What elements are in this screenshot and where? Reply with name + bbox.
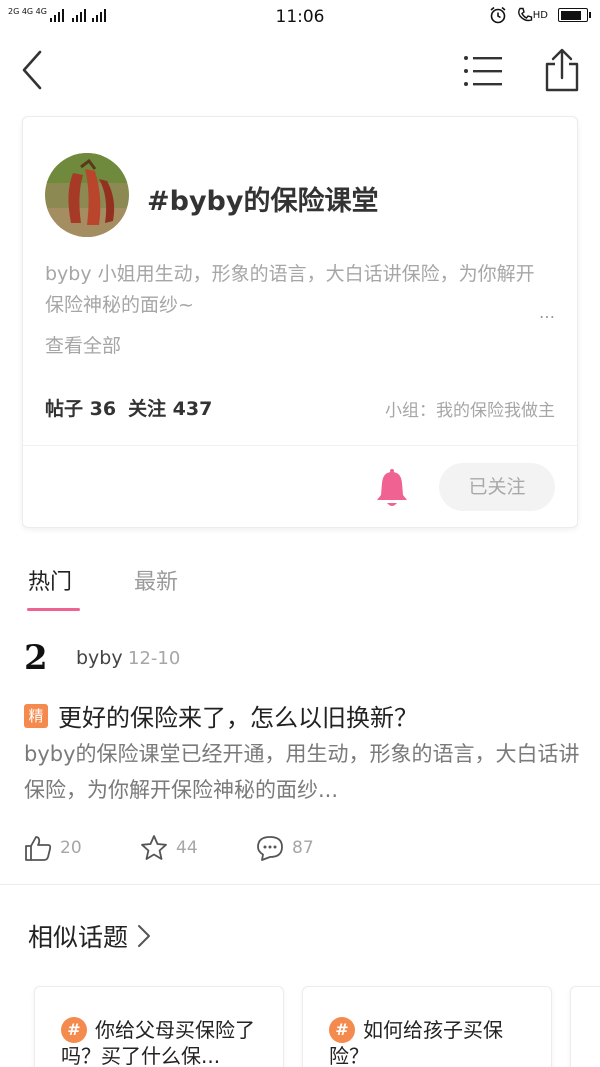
similar-topic-card[interactable]: # 如何给孩子买保险？	[302, 986, 552, 1067]
hd-label: HD	[532, 9, 548, 21]
section-divider	[0, 884, 600, 885]
status-bar: 2G 4G 4G 11:06 HD	[0, 0, 600, 34]
chevron-left-icon	[22, 50, 42, 90]
post-item[interactable]: 2 byby 12-10 精 更好的保险来了，怎么以旧换新？ byby的保险课堂…	[0, 630, 600, 884]
more-icon[interactable]: …	[539, 303, 556, 322]
notify-button[interactable]	[375, 469, 409, 509]
active-tab-indicator	[27, 608, 80, 611]
status-right: HD	[489, 6, 591, 24]
similar-topic-text: 你给父母买保险了吗？买了什么保...	[61, 1018, 255, 1067]
topic-stats: 帖子 36 关注 437	[45, 394, 212, 421]
topic-description: byby 小姐用生动，形象的语言，大白话讲保险，为你解开保险神秘的面纱~	[45, 263, 535, 316]
post-title[interactable]: 更好的保险来了，怎么以旧换新？	[58, 698, 418, 733]
featured-badge: 精	[24, 703, 48, 728]
tab-latest[interactable]: 最新	[134, 564, 178, 596]
topic-avatar-image	[45, 153, 129, 237]
post-title-row: 精 更好的保险来了，怎么以旧换新？	[24, 698, 418, 733]
star-icon	[141, 835, 167, 860]
topic-title: #byby的保险课堂	[147, 186, 379, 217]
view-all-link[interactable]: 查看全部	[45, 331, 121, 358]
bell-icon	[377, 469, 407, 506]
topic-card: #byby的保险课堂 byby 小姐用生动，形象的语言，大白话讲保险，为你解开保…	[22, 116, 578, 528]
top-bar	[0, 34, 600, 110]
share-button[interactable]	[544, 48, 580, 92]
similar-topics-header[interactable]: 相似话题	[28, 918, 152, 954]
post-date: 12-10	[128, 648, 181, 669]
phone-icon	[517, 7, 532, 22]
like-button[interactable]: 20	[24, 834, 82, 862]
list-icon	[464, 56, 502, 86]
topic-avatar	[45, 153, 129, 237]
like-count: 20	[60, 838, 82, 858]
author-name[interactable]: byby	[76, 647, 123, 669]
similar-topics-title: 相似话题	[28, 923, 129, 952]
followers-count: 关注 437	[128, 398, 213, 420]
similar-topic-card[interactable]: # 你给父母买保险了吗？买了什么保...	[34, 986, 284, 1067]
similar-topic-text: 如何给孩子买保险？	[329, 1018, 503, 1067]
post-excerpt[interactable]: byby的保险课堂已经开通，用生动，形象的语言，大白话讲保险，为你解开保险神秘的…	[24, 736, 580, 808]
author-avatar[interactable]: 2	[24, 638, 56, 678]
post-tabs: 热门 最新	[0, 556, 600, 616]
card-divider	[23, 445, 577, 446]
thumbs-up-icon	[25, 836, 52, 861]
favorite-count: 44	[176, 838, 198, 858]
share-icon	[545, 48, 579, 92]
call-hd: HD	[517, 7, 548, 23]
battery-icon	[558, 8, 591, 22]
posts-count: 帖子 36	[45, 398, 117, 420]
alarm-icon	[490, 6, 506, 24]
tab-hot[interactable]: 热门	[28, 564, 72, 596]
comment-button[interactable]: 87	[256, 834, 314, 862]
similar-topic-card-partial[interactable]	[570, 986, 600, 1067]
group-link[interactable]: 小组：我的保险我做主	[385, 396, 555, 421]
comment-icon	[257, 836, 283, 861]
follow-button[interactable]: 已关注	[439, 463, 555, 511]
favorite-button[interactable]: 44	[140, 834, 198, 862]
back-button[interactable]	[16, 50, 52, 90]
menu-button[interactable]	[462, 54, 504, 88]
chevron-right-icon	[138, 925, 151, 947]
post-actions: 20 44 87	[0, 830, 600, 870]
comment-count: 87	[292, 838, 314, 858]
